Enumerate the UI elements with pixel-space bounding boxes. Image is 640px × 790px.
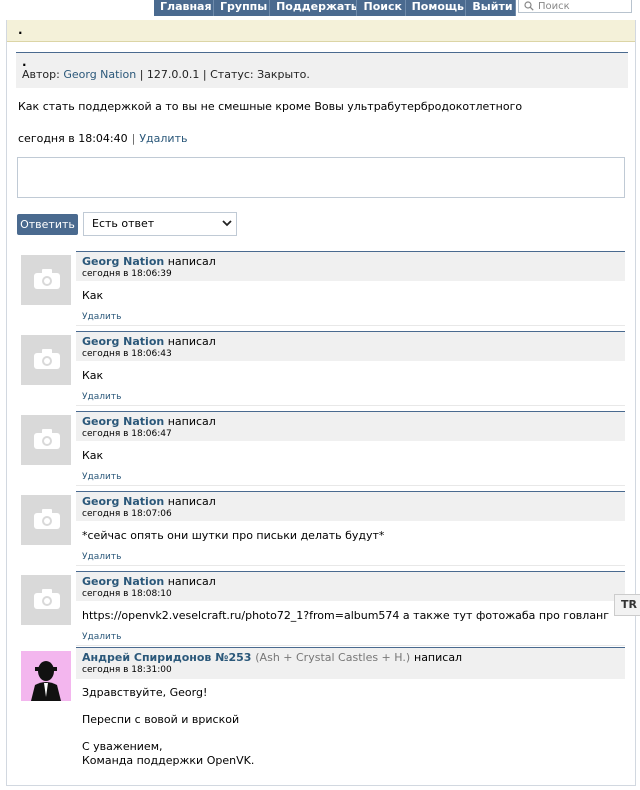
comment: Georg Nation написал сегодня в 18:06:43 … [7, 331, 635, 411]
comment-time: сегодня в 18:08:10 [82, 589, 172, 599]
user-photo-icon [21, 651, 71, 701]
camera-icon [34, 349, 60, 369]
divider [76, 565, 625, 566]
comment-suffix: написал [414, 651, 463, 664]
avatar[interactable] [21, 415, 71, 465]
reply-body: Переспи с вовой и вриской [82, 713, 240, 726]
support-comment: Андрей Спиридонов №253 (Ash + Crystal Ca… [7, 647, 635, 777]
comment-author[interactable]: Georg Nation [82, 495, 164, 508]
comment-delete-link[interactable]: Удалить [82, 312, 121, 322]
comment-author[interactable]: Georg Nation [82, 415, 164, 428]
avatar[interactable] [21, 255, 71, 305]
avatar[interactable] [21, 575, 71, 625]
comment-header: Georg Nation написал сегодня в 18:06:43 [76, 331, 625, 361]
comment-time: сегодня в 18:31:00 [82, 665, 172, 675]
search-placeholder: Поиск [538, 0, 570, 12]
comment-time: сегодня в 18:06:39 [82, 269, 172, 279]
translate-tab[interactable]: TR [614, 594, 640, 616]
comment-text: *сейчас опять они шутки про письки делат… [82, 529, 385, 542]
comment-suffix: написал [167, 495, 216, 508]
nav-logout[interactable]: Выйти [466, 0, 516, 16]
nav-help[interactable]: Помощь [406, 0, 467, 16]
search-icon [524, 1, 534, 11]
separator: | [131, 132, 136, 145]
comment-header: Georg Nation написал сегодня в 18:06:47 [76, 411, 625, 441]
comment-time: сегодня в 18:06:43 [82, 349, 172, 359]
comment-suffix: написал [167, 415, 216, 428]
chevron-down-icon [222, 220, 232, 227]
comment: Georg Nation написал сегодня в 18:06:39 … [7, 251, 635, 331]
ticket-author-link[interactable]: Georg Nation [63, 68, 136, 81]
reply-textarea[interactable] [17, 157, 625, 198]
comment-delete-link[interactable]: Удалить [82, 552, 121, 562]
ticket-ip: | 127.0.0.1 | [139, 68, 207, 81]
author-prefix: Автор: [22, 68, 60, 81]
comment-header: Georg Nation написал сегодня в 18:06:39 [76, 251, 625, 281]
comment-suffix: написал [167, 255, 216, 268]
comment-suffix: написал [167, 335, 216, 348]
support-avatar[interactable] [21, 651, 71, 701]
camera-icon [34, 269, 60, 289]
reply-closing-1: С уважением, [82, 740, 163, 753]
comment-author[interactable]: Georg Nation [82, 335, 164, 348]
reply-closing-2: Команда поддержки OpenVK. [82, 754, 255, 767]
comment-delete-link[interactable]: Удалить [82, 392, 121, 402]
main-nav: Главная Группы Поддержать Поиск Помощь В… [154, 0, 516, 16]
divider [76, 405, 625, 406]
divider [76, 645, 625, 646]
author-name: Андрей Спиридонов №253 [82, 651, 252, 664]
comment: Georg Nation написал сегодня в 18:08:10 … [7, 571, 635, 651]
avatar[interactable] [21, 495, 71, 545]
ticket-header: . Автор: Georg Nation | 127.0.0.1 | Стат… [16, 52, 628, 88]
nav-donate[interactable]: Поддержать [270, 0, 358, 16]
comment-text: Как [82, 369, 104, 382]
comment-delete-link[interactable]: Удалить [82, 472, 121, 482]
nav-search[interactable]: Поиск [357, 0, 406, 16]
status-select[interactable]: Есть ответ [83, 212, 237, 236]
avatar[interactable] [21, 335, 71, 385]
page-content: . . Автор: Georg Nation | 127.0.0.1 | Ст… [6, 20, 636, 786]
comment-author[interactable]: Georg Nation [82, 255, 164, 268]
ticket-footer: сегодня в 18:04:40 | Удалить [18, 132, 187, 145]
comment-author[interactable]: Андрей Спиридонов №253 (Ash + Crystal Ca… [82, 651, 414, 664]
author-band: (Ash + Crystal Castles + H.) [255, 651, 411, 664]
comment-header: Georg Nation написал сегодня в 18:08:10 [76, 571, 625, 601]
comment-text: https://openvk2.veselcraft.ru/photo72_1?… [82, 609, 610, 622]
divider [76, 485, 625, 486]
comment: Georg Nation написал сегодня в 18:07:06 … [7, 491, 635, 571]
divider [76, 325, 625, 326]
camera-icon [34, 429, 60, 449]
top-bar: Главная Группы Поддержать Поиск Помощь В… [0, 0, 640, 20]
comment-time: сегодня в 18:07:06 [82, 509, 172, 519]
comment-author[interactable]: Georg Nation [82, 575, 164, 588]
comment-text: Как [82, 289, 104, 302]
ticket-text: Как стать поддержкой а то вы не смешные … [18, 100, 523, 113]
ticket-status: Статус: Закрыто. [210, 68, 310, 81]
camera-icon [34, 509, 60, 529]
ticket-meta: Автор: Georg Nation | 127.0.0.1 | Статус… [22, 68, 622, 82]
nav-groups[interactable]: Группы [214, 0, 271, 16]
comment-time: сегодня в 18:06:47 [82, 429, 172, 439]
comment-text: Как [82, 449, 104, 462]
nav-home[interactable]: Главная [154, 0, 215, 16]
comment-delete-link[interactable]: Удалить [82, 632, 121, 642]
comment-suffix: написал [167, 575, 216, 588]
ticket-title: . [22, 55, 27, 69]
status-select-value: Есть ответ [92, 217, 155, 230]
comment-header: Georg Nation написал сегодня в 18:07:06 [76, 491, 625, 521]
ticket-delete-link[interactable]: Удалить [139, 132, 187, 145]
search-input[interactable]: Поиск [518, 0, 632, 13]
notice-bar: . [7, 20, 635, 42]
reply-greeting: Здравствуйте, Georg! [82, 686, 208, 699]
ticket-time: сегодня в 18:04:40 [18, 132, 128, 145]
comment: Georg Nation написал сегодня в 18:06:47 … [7, 411, 635, 491]
comment-header: Андрей Спиридонов №253 (Ash + Crystal Ca… [76, 647, 625, 679]
reply-button[interactable]: Ответить [17, 214, 78, 235]
camera-icon [34, 589, 60, 609]
